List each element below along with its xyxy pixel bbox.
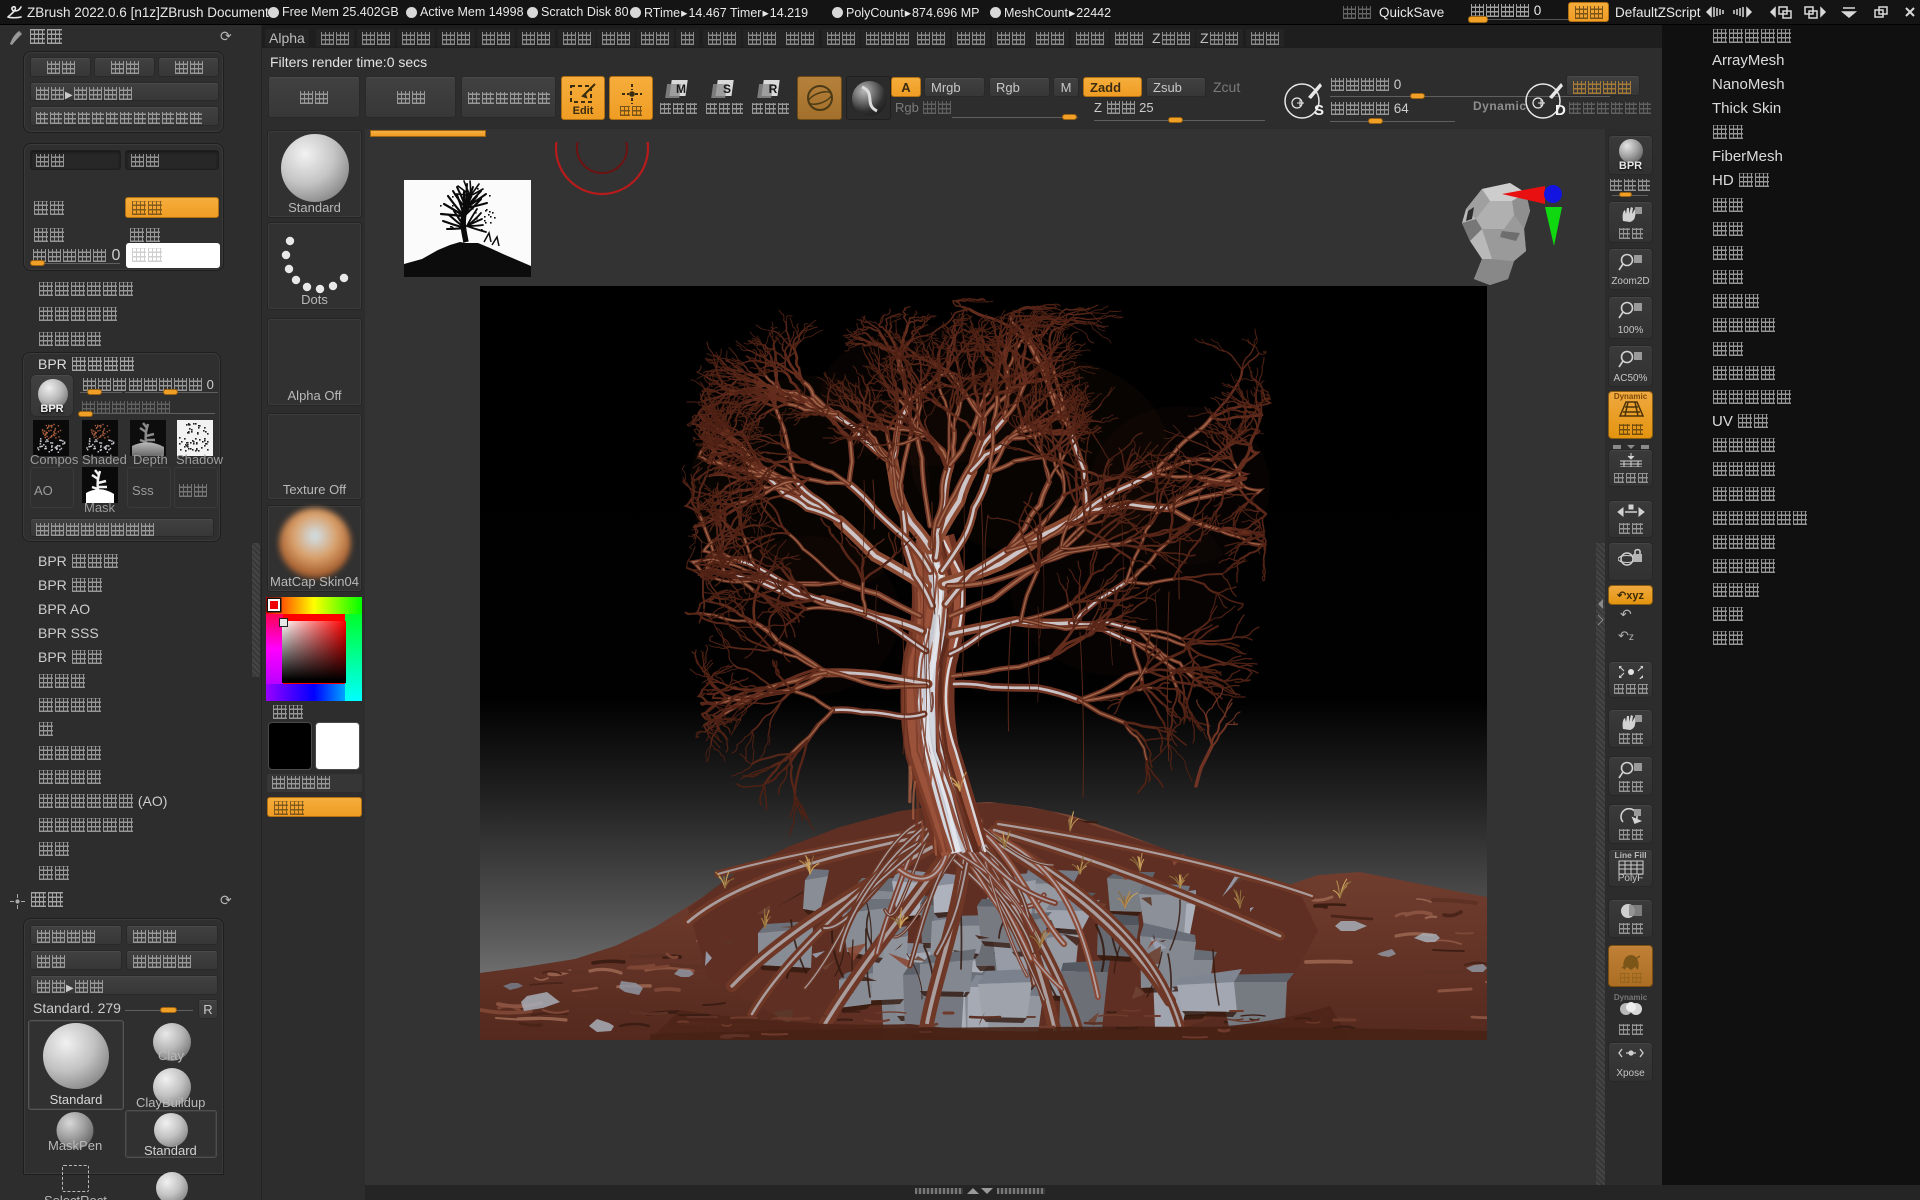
svg-text:M: M xyxy=(676,82,686,96)
svg-text:S: S xyxy=(1314,102,1324,119)
svg-text:R: R xyxy=(769,82,778,96)
svg-text:S: S xyxy=(723,82,731,96)
svg-text:D: D xyxy=(1555,102,1566,119)
